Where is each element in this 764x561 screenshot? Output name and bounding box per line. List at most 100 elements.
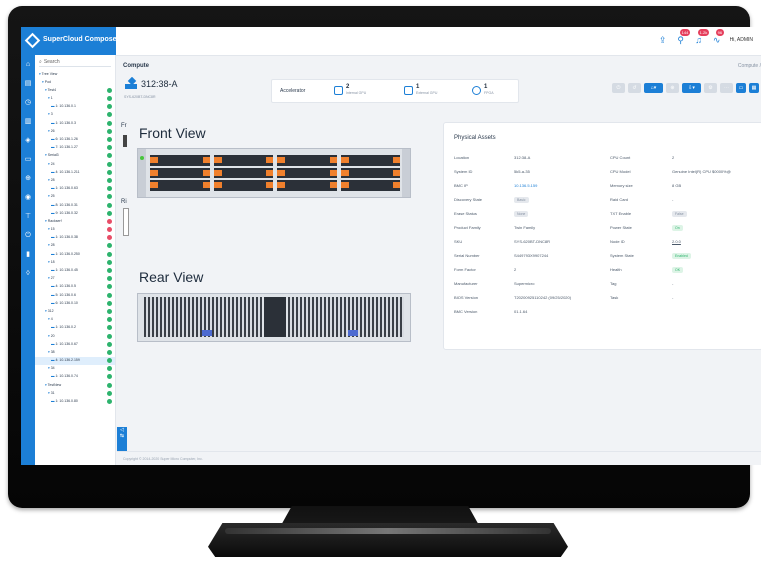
- tree-item[interactable]: ▬ 1: 10.136.0.38: [35, 234, 115, 242]
- asset-key: Memory size: [610, 183, 633, 188]
- rear-view-title: Rear View: [139, 269, 204, 285]
- tree-item[interactable]: ▬ 1: 10.136.0.1: [35, 103, 115, 111]
- storage-icon[interactable]: ▭: [21, 150, 35, 169]
- rear-scroll-indicator[interactable]: [123, 208, 129, 236]
- tree-item[interactable]: ▾ 312: [35, 307, 115, 315]
- drive-bay: [340, 155, 400, 166]
- external-gpu-item[interactable]: 1 External GPU: [404, 84, 437, 95]
- tree-item[interactable]: ▬ 6: 10.136.1.26: [35, 136, 115, 144]
- tree-item[interactable]: ▾ 34: [35, 365, 115, 373]
- tab-rear[interactable]: Ri: [121, 199, 127, 205]
- asset-value[interactable]: 10.136.5.159: [514, 183, 537, 188]
- network-icon[interactable]: ⊕: [21, 169, 35, 188]
- tree-search[interactable]: ⌕ Search: [39, 58, 111, 67]
- server-icon[interactable]: ▤: [21, 74, 35, 93]
- tree-item[interactable]: ▾ Tree View: [35, 70, 115, 78]
- compose-button[interactable]: ⊕: [666, 83, 679, 93]
- asset-row: Product Family Twin Family: [454, 225, 604, 239]
- tree-item[interactable]: ▾ 24: [35, 160, 115, 168]
- tree-item[interactable]: ▬ 4: 10.136.0.5: [35, 283, 115, 291]
- tree-item[interactable]: ▾ 3: [35, 111, 115, 119]
- chart-icon[interactable]: ▮: [21, 245, 35, 264]
- tree-item[interactable]: ▾ 20: [35, 332, 115, 340]
- tree-item[interactable]: ▬ 1: 10.136.0.63: [35, 185, 115, 193]
- status-dot-icon: [107, 218, 112, 224]
- upload-icon[interactable]: ⇪: [658, 35, 668, 45]
- tree-item-text: 1: 10.136.0.3: [55, 120, 76, 125]
- reset-button[interactable]: ↺: [628, 83, 641, 93]
- status-dot-icon: [107, 202, 112, 208]
- tree-item[interactable]: ▬ 1: 10.136.0.74: [35, 373, 115, 381]
- tree-item[interactable]: ▬ 1: 10.136.0.2: [35, 324, 115, 332]
- tree-item[interactable]: ▾ 26: [35, 127, 115, 135]
- switch-icon[interactable]: ⊤: [21, 207, 35, 226]
- tree-item[interactable]: ▾ 28: [35, 176, 115, 184]
- breadcrumb[interactable]: Compute /: [738, 63, 761, 69]
- tree-item[interactable]: ▾ 25: [35, 193, 115, 201]
- shield-icon[interactable]: ◊: [21, 264, 35, 283]
- tree-item[interactable]: ▬ 6: 10.136.0.10: [35, 299, 115, 307]
- user-greeting[interactable]: Hi, ADMIN: [730, 37, 753, 43]
- tree-item[interactable]: ▬ 9: 10.136.0.32: [35, 209, 115, 217]
- internal-gpu-item[interactable]: 2 Internal GPU: [334, 84, 366, 95]
- notification-icon[interactable]: ♫ 1.2k: [694, 29, 710, 45]
- tree-item[interactable]: ▬ 4: 10.136.1.211: [35, 168, 115, 176]
- power-button[interactable]: ⏻: [612, 83, 625, 93]
- asset-row: Location 312:38-A: [454, 155, 604, 169]
- tab-front[interactable]: Fr: [121, 123, 127, 129]
- firmware-menu-button[interactable]: ⇩▾: [682, 83, 701, 93]
- clock-icon[interactable]: ◷: [21, 93, 35, 112]
- tree-item[interactable]: ▾ 27: [35, 275, 115, 283]
- tree-item[interactable]: ▬ 1: 10.136.0.67: [35, 340, 115, 348]
- tree-item[interactable]: ▾ 18: [35, 258, 115, 266]
- front-scroll-indicator[interactable]: [123, 135, 127, 147]
- tree-item[interactable]: ▬ 1: 10.136.0.3: [35, 119, 115, 127]
- tree-item[interactable]: ▾ Rackserf: [35, 217, 115, 225]
- tree-item-text: 8: 10.136.0.31: [55, 202, 78, 207]
- asset-value-text: 10.136.5.159: [514, 183, 538, 188]
- tree-item[interactable]: ▾ Pod: [35, 78, 115, 86]
- copyright: Copyright © 2014-2020 Super Micro Comput…: [123, 457, 203, 461]
- asset-value: OK: [672, 267, 684, 273]
- tree-item[interactable]: ▾ 1: [35, 95, 115, 103]
- more-button[interactable]: ⋯: [720, 83, 733, 93]
- tag-menu-button[interactable]: ⌂▾: [644, 83, 663, 93]
- tree-item-text: 1: 10.136.0.74: [55, 374, 78, 379]
- asset-value-text: On: [672, 225, 683, 231]
- cube-icon[interactable]: ◈: [21, 131, 35, 150]
- asset-value-text: False: [672, 211, 687, 217]
- tree-item[interactable]: ▬ 1: 10.136.0.250: [35, 250, 115, 258]
- report-icon[interactable]: ▥: [21, 112, 35, 131]
- settings-button[interactable]: ⚙: [704, 83, 717, 93]
- brand[interactable]: SuperCloud Composer: [21, 27, 119, 55]
- database-icon[interactable]: ◉: [21, 188, 35, 207]
- grid-view-button[interactable]: ▦: [749, 83, 759, 93]
- status-dot-icon: [107, 104, 112, 110]
- tree-item[interactable]: ▾ 28: [35, 242, 115, 250]
- console-button[interactable]: ▭: [736, 83, 746, 93]
- monitor-stand-highlight: [225, 528, 551, 534]
- tree-item[interactable]: ▬ 5: 10.136.0.6: [35, 291, 115, 299]
- home-icon[interactable]: ⌂: [21, 55, 35, 74]
- tree-item[interactable]: ▾ 4: [35, 316, 115, 324]
- asset-value: Genuine Intel(R) CPU $0000%@: [672, 169, 731, 174]
- tree-item[interactable]: ▬ 1: 10.136.0.80: [35, 398, 115, 406]
- asset-key: Node ID: [610, 239, 625, 244]
- asset-key: BIOS Version: [454, 295, 479, 300]
- tree-item[interactable]: ▾ Test4: [35, 86, 115, 94]
- tree-item-text: 5: 10.136.0.6: [55, 292, 76, 297]
- tree-item[interactable]: ▬ 7: 10.136.1.27: [35, 144, 115, 152]
- activity-icon[interactable]: ∿ 96: [712, 29, 725, 45]
- fpga-item[interactable]: 1 FPGA: [472, 84, 494, 95]
- tree-item[interactable]: ▬ 4: 10.136.2.159: [35, 356, 115, 365]
- tree-item[interactable]: ▾ Serial3: [35, 152, 115, 160]
- power-icon[interactable]: ⏻: [21, 226, 35, 245]
- tree-item[interactable]: ▾ 15: [35, 226, 115, 234]
- tree-item[interactable]: ▾ TestNew: [35, 381, 115, 389]
- tree-item[interactable]: ▾ 31: [35, 389, 115, 397]
- tree-item[interactable]: ▬ 1: 10.136.0.45: [35, 267, 115, 275]
- search-input[interactable]: Search: [44, 59, 60, 65]
- tree-item[interactable]: ▾ 38: [35, 348, 115, 356]
- tree-item[interactable]: ▬ 8: 10.136.0.31: [35, 201, 115, 209]
- alerts-icon[interactable]: ⚲ 144: [676, 29, 691, 45]
